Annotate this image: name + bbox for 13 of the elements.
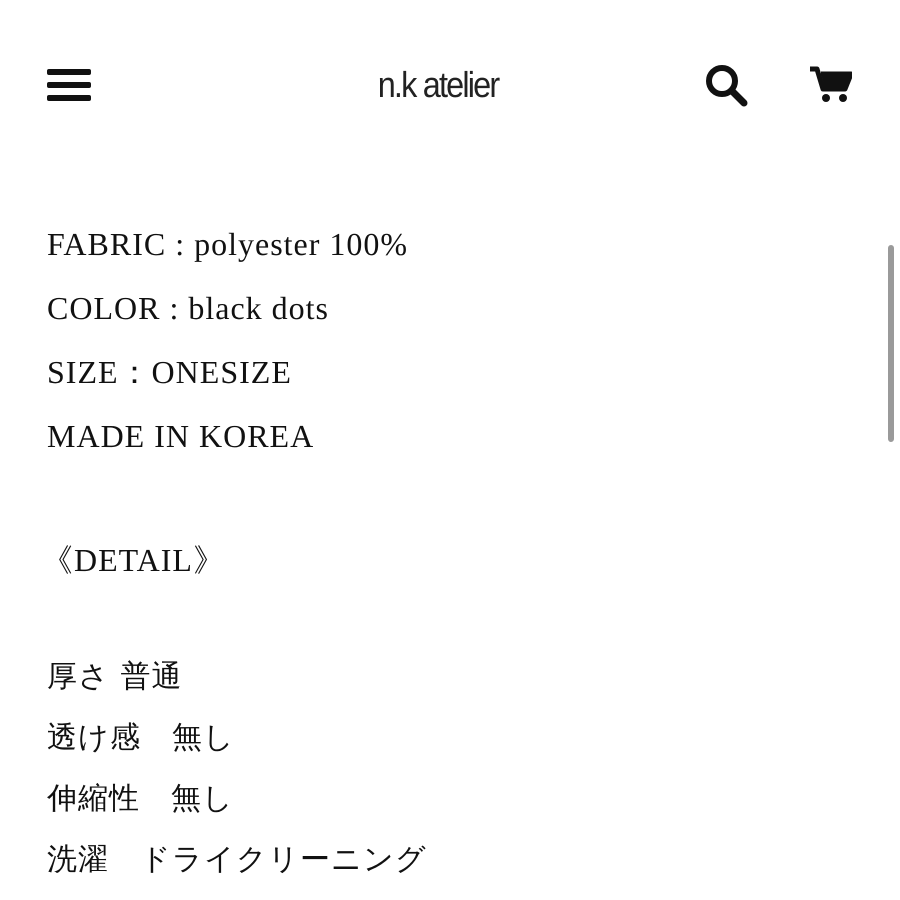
- spec-line: FABRIC : polyester 100%: [47, 225, 408, 264]
- spec-line: MADE IN KOREA: [47, 417, 314, 456]
- detail-line: 伸縮性 無し: [47, 780, 234, 818]
- spec-line: SIZE：ONESIZE: [47, 353, 292, 392]
- spec-line: COLOR : black dots: [47, 289, 329, 328]
- menu-icon[interactable]: [47, 67, 91, 103]
- search-icon[interactable]: [704, 63, 748, 107]
- store-logo[interactable]: n.k atelier: [378, 58, 498, 112]
- cart-icon[interactable]: [810, 66, 852, 104]
- section-heading: 《DETAIL》: [41, 541, 227, 580]
- detail-line: 厚さ 普通: [47, 658, 183, 696]
- detail-line: 透け感 無し: [47, 719, 235, 757]
- detail-line: 洗濯 ドライクリーニング: [47, 841, 427, 879]
